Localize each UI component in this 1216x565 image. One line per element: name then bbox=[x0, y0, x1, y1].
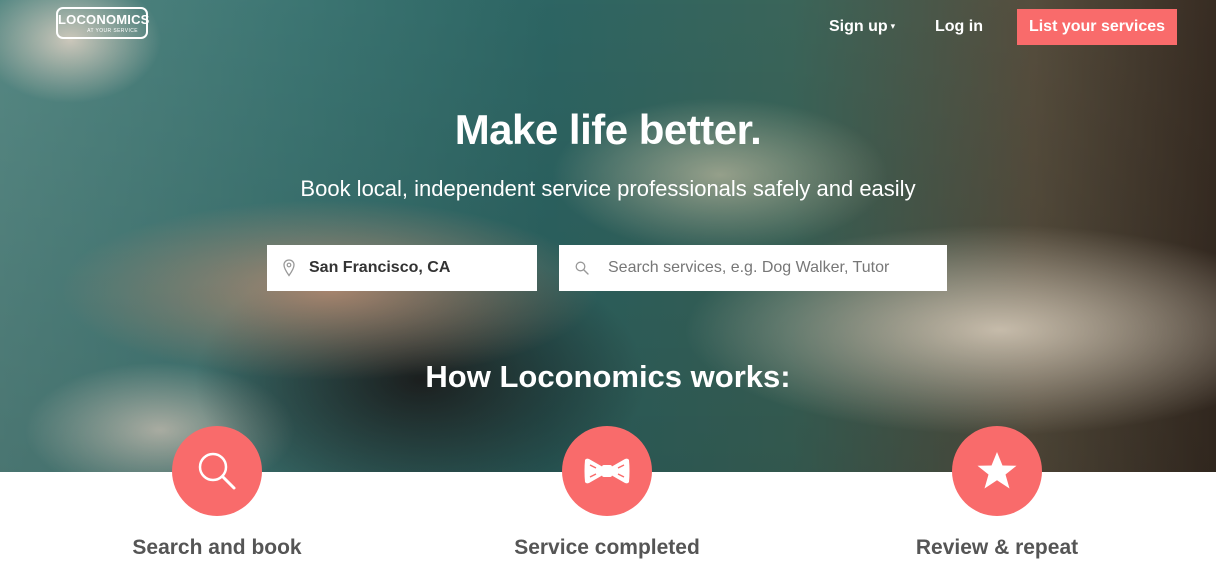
location-field[interactable]: San Francisco, CA bbox=[267, 245, 537, 291]
service-search-input[interactable] bbox=[606, 258, 930, 278]
service-step-circle bbox=[562, 426, 652, 516]
map-pin-icon bbox=[283, 259, 295, 277]
search-step-circle bbox=[172, 426, 262, 516]
caret-down-icon: ▾ bbox=[890, 21, 896, 32]
signup-dropdown[interactable]: Sign up ▾ bbox=[829, 18, 895, 36]
search-icon bbox=[575, 261, 589, 275]
login-link[interactable]: Log in bbox=[935, 18, 983, 36]
step-label-review: Review & repeat bbox=[915, 536, 1079, 559]
loconomics-logo[interactable]: LOCONOMICS AT YOUR SERVICE bbox=[56, 7, 149, 39]
magnifier-icon bbox=[198, 452, 236, 490]
step-label-service: Service completed bbox=[514, 536, 700, 559]
step-label-search: Search and book bbox=[132, 536, 302, 559]
signup-label: Sign up bbox=[829, 18, 888, 35]
how-it-works-title: How Loconomics works: bbox=[425, 359, 791, 394]
list-your-services-button[interactable]: List your services bbox=[1017, 9, 1177, 45]
hero-subhead: Book local, independent service professi… bbox=[300, 176, 916, 201]
hero-headline: Make life better. bbox=[454, 106, 762, 153]
bow-tie-icon bbox=[584, 458, 630, 484]
hero-background bbox=[0, 0, 1216, 472]
star-icon bbox=[977, 452, 1017, 489]
service-search-field[interactable] bbox=[559, 245, 947, 291]
review-step-circle bbox=[952, 426, 1042, 516]
location-value: San Francisco, CA bbox=[309, 259, 451, 276]
